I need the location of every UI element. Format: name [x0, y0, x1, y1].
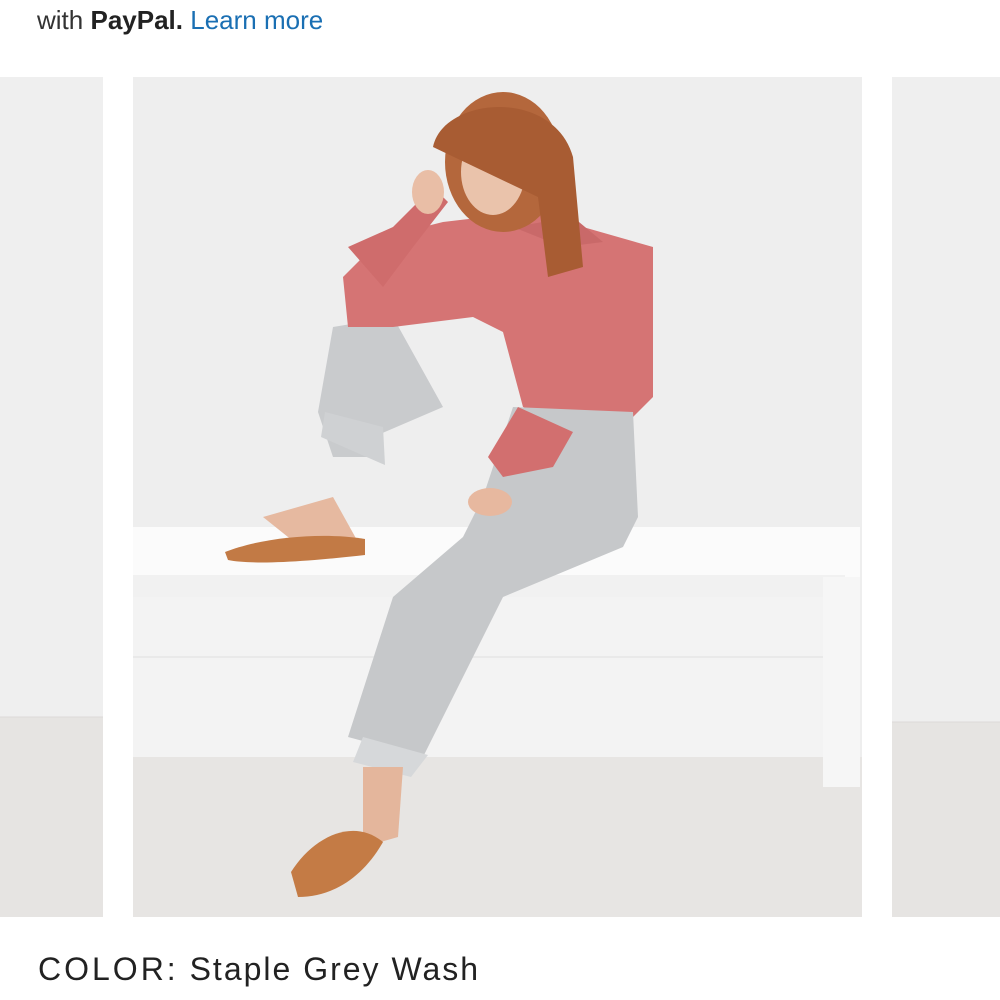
product-image-carousel[interactable]: [0, 77, 1000, 917]
previous-product-image[interactable]: [0, 77, 103, 917]
color-selection: COLOR: Staple Grey Wash: [38, 948, 480, 990]
color-label: COLOR:: [38, 951, 179, 987]
paypal-brand: PayPal.: [90, 5, 183, 35]
main-product-image[interactable]: [133, 77, 862, 917]
previous-image-placeholder: [0, 77, 103, 917]
next-image-placeholder: [892, 77, 1000, 917]
model-photo: [133, 77, 862, 917]
next-product-image[interactable]: [892, 77, 1000, 917]
paypal-prefix: with: [37, 5, 84, 35]
paypal-promo: with PayPal. Learn more: [37, 2, 323, 38]
color-value: Staple Grey Wash: [189, 951, 481, 987]
learn-more-link[interactable]: Learn more: [190, 5, 323, 35]
